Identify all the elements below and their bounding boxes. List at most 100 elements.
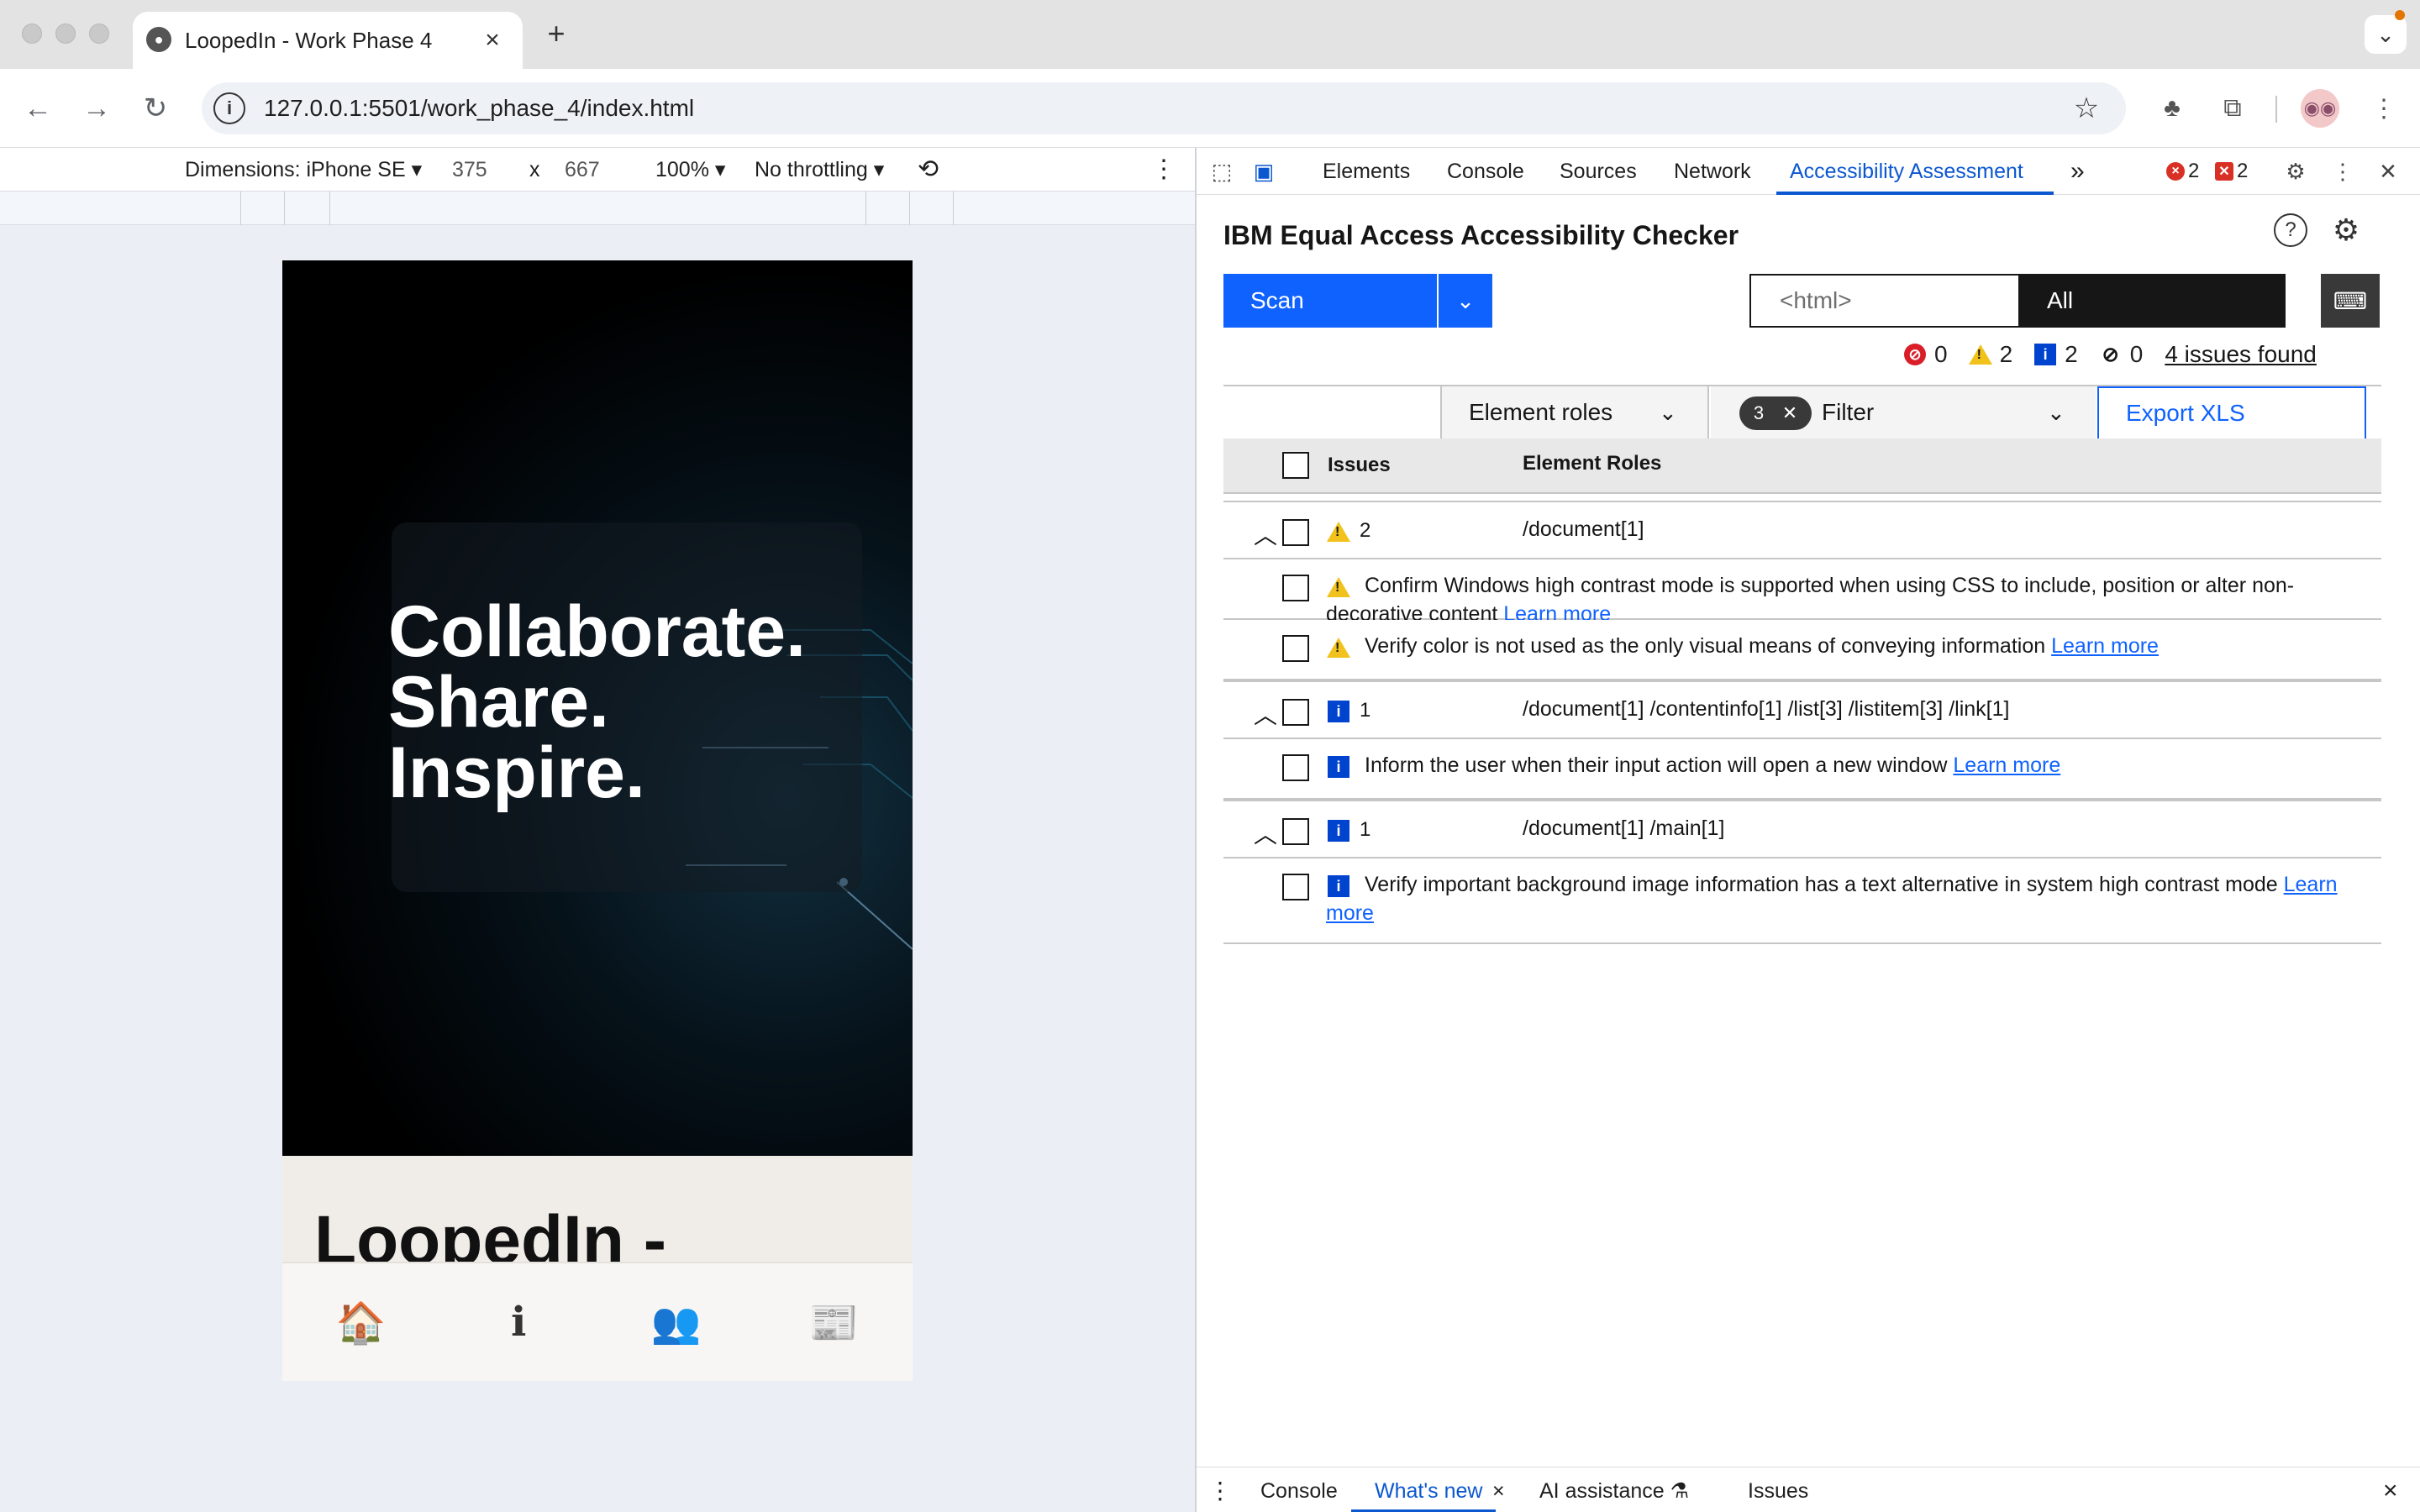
filter-dropdown[interactable]: 3 ✕ Filter ⌄ — [1711, 386, 2096, 438]
bookmark-star-icon[interactable]: ☆ — [2067, 89, 2106, 128]
info-icon[interactable]: ℹ — [481, 1284, 556, 1360]
drawer-tab-console[interactable]: Console — [1260, 1478, 1338, 1504]
close-drawer-icon[interactable]: × — [2383, 1478, 2398, 1504]
recommendations-count[interactable]: i 2 — [2034, 341, 2078, 368]
tab-console[interactable]: Console — [1447, 158, 1524, 185]
profile-avatar[interactable]: ◉◉ — [2301, 89, 2339, 128]
violations-count[interactable]: ⊘ 0 — [1904, 341, 1948, 368]
learn-more-link[interactable]: Learn more — [1953, 753, 2060, 777]
device-width-input[interactable]: 375 — [452, 156, 487, 183]
list-item[interactable]: i Verify important background image info… — [1223, 858, 2381, 944]
drawer-tab-whats-new[interactable]: What's new — [1375, 1478, 1482, 1504]
browser-tab[interactable]: ● LoopedIn - Work Phase 4 × — [133, 12, 523, 69]
tab-accessibility-assessment[interactable]: Accessibility Assessment — [1790, 158, 2023, 185]
bottom-navigation: 🏠 ℹ 👥 📰 — [282, 1262, 913, 1381]
clear-filter-icon[interactable]: ✕ — [1782, 387, 1797, 439]
keyboard-checker-icon[interactable]: ⌨ — [2321, 274, 2380, 328]
more-options-icon[interactable]: ⋮ — [1151, 156, 1176, 183]
chevron-up-icon[interactable]: ︿ — [1254, 697, 1277, 731]
throttling-label: No throttling — [755, 158, 868, 181]
learn-more-link[interactable]: Learn more — [2051, 634, 2159, 658]
list-item[interactable]: ! Verify color is not used as the only v… — [1223, 620, 2381, 680]
error-count: 2 — [2188, 160, 2200, 182]
newspaper-icon[interactable]: 📰 — [796, 1284, 871, 1360]
tab-network[interactable]: Network — [1674, 158, 1751, 185]
view-by-dropdown[interactable]: Element roles ⌄ — [1442, 386, 1709, 438]
tab-title: LoopedIn - Work Phase 4 — [185, 28, 433, 53]
inspect-element-icon[interactable]: ⬚ — [1207, 156, 1237, 186]
tab-search-button[interactable]: ⌄ — [2365, 15, 2407, 54]
error-badge[interactable]: × 2 — [2166, 160, 2199, 183]
reload-icon[interactable]: ↻ — [134, 87, 176, 129]
list-item[interactable]: i Inform the user when their input actio… — [1223, 739, 2381, 800]
hidden-count[interactable]: ⊘ 0 — [2100, 341, 2144, 368]
settings-gear-icon[interactable]: ⚙ — [2281, 156, 2311, 186]
tab-elements[interactable]: Elements — [1323, 158, 1410, 185]
row-checkbox[interactable] — [1282, 818, 1309, 845]
tab-strip: ● LoopedIn - Work Phase 4 × + ⌄ — [0, 0, 2420, 69]
issue-message[interactable]: Verify color is not used as the only vis… — [1326, 632, 2360, 660]
devtools-menu-icon[interactable]: ⋮ — [2328, 156, 2358, 186]
needs-review-value: 2 — [1999, 341, 2013, 367]
chevron-down-icon: ▾ — [714, 158, 726, 181]
needs-review-count[interactable]: ! 2 — [1968, 341, 2013, 368]
select-all-checkbox[interactable] — [1282, 452, 1309, 479]
zoom-select[interactable]: 100% ▾ — [655, 156, 725, 183]
forward-icon[interactable]: → — [76, 87, 118, 129]
drawer-menu-icon[interactable]: ⋮ — [1208, 1478, 1232, 1504]
help-icon[interactable]: ? — [2274, 213, 2307, 247]
issues-found-link[interactable]: 4 issues found — [2165, 341, 2317, 368]
element-path: /document[1] /main[1] — [1523, 816, 1725, 840]
table-row[interactable]: ︿ i 1 /document[1] /main[1] — [1223, 800, 2381, 858]
extension-bee-icon[interactable]: ♣ — [2151, 87, 2193, 129]
device-toggle-icon[interactable]: ▣ — [1249, 156, 1279, 186]
drawer-tab-close-icon[interactable]: × — [1492, 1478, 1505, 1504]
issues-badge[interactable]: ✕ 2 — [2215, 160, 2248, 183]
dimensions-label: Dimensions: iPhone SE — [185, 158, 406, 181]
throttling-select[interactable]: No throttling ▾ — [755, 156, 884, 183]
checker-settings-icon[interactable]: ⚙ — [2328, 212, 2365, 249]
export-xls-button[interactable]: Export XLS — [2097, 386, 2366, 440]
row-checkbox[interactable] — [1282, 519, 1309, 546]
table-row[interactable]: ︿ ! 2 /document[1] — [1223, 501, 2381, 559]
list-item[interactable]: ! Confirm Windows high contrast mode is … — [1223, 559, 2381, 626]
address-bar[interactable]: i 127.0.0.1:5501/work_phase_4/index.html… — [202, 82, 2126, 134]
window-close-button[interactable] — [22, 24, 42, 44]
filter-tag[interactable]: 3 ✕ — [1739, 396, 1812, 430]
issue-message[interactable]: Verify important background image inform… — [1326, 870, 2360, 927]
people-icon[interactable]: 👥 — [639, 1284, 714, 1360]
extensions-puzzle-icon[interactable]: ⧉ — [2212, 87, 2254, 129]
home-icon[interactable]: 🏠 — [324, 1284, 399, 1360]
issue-checkbox[interactable] — [1282, 635, 1309, 662]
notification-dot — [2395, 10, 2405, 20]
window-minimize-button[interactable] — [55, 24, 76, 44]
back-icon[interactable]: ← — [17, 87, 59, 129]
drawer-tab-issues[interactable]: Issues — [1748, 1478, 1808, 1504]
site-info-icon[interactable]: i — [213, 92, 245, 124]
scope-select[interactable]: All — [2018, 274, 2286, 328]
device-height-input[interactable]: 667 — [565, 156, 600, 183]
close-devtools-icon[interactable]: ✕ — [2373, 156, 2403, 186]
table-row[interactable]: ︿ i 1 /document[1] /contentinfo[1] /list… — [1223, 680, 2381, 739]
row-checkbox[interactable] — [1282, 699, 1309, 726]
scope-element-input[interactable]: <html> — [1749, 274, 2018, 328]
more-tabs-icon[interactable]: » — [2070, 158, 2085, 185]
issue-message[interactable]: Inform the user when their input action … — [1326, 751, 2360, 780]
drawer-tab-ai-assistance[interactable]: AI assistance ⚗ — [1539, 1478, 1689, 1504]
times-label: x — [529, 158, 540, 181]
tab-sources[interactable]: Sources — [1560, 158, 1637, 185]
scan-button[interactable]: Scan — [1223, 274, 1437, 328]
issue-checkbox[interactable] — [1282, 575, 1309, 601]
issue-checkbox[interactable] — [1282, 874, 1309, 900]
chevron-up-icon[interactable]: ︿ — [1254, 517, 1277, 551]
issue-checkbox[interactable] — [1282, 754, 1309, 781]
tab-close-icon[interactable]: × — [476, 24, 509, 57]
window-zoom-button[interactable] — [89, 24, 109, 44]
new-tab-button[interactable]: + — [538, 15, 575, 52]
rotate-icon[interactable]: ⟲ — [918, 156, 939, 183]
chevron-up-icon[interactable]: ︿ — [1254, 816, 1277, 850]
url-text[interactable]: 127.0.0.1:5501/work_phase_4/index.html — [264, 92, 694, 124]
scan-options-chevron-down-icon[interactable]: ⌄ — [1439, 274, 1492, 328]
dimensions-select[interactable]: Dimensions: iPhone SE ▾ — [185, 156, 422, 183]
browser-menu-icon[interactable]: ⋮ — [2363, 87, 2405, 129]
